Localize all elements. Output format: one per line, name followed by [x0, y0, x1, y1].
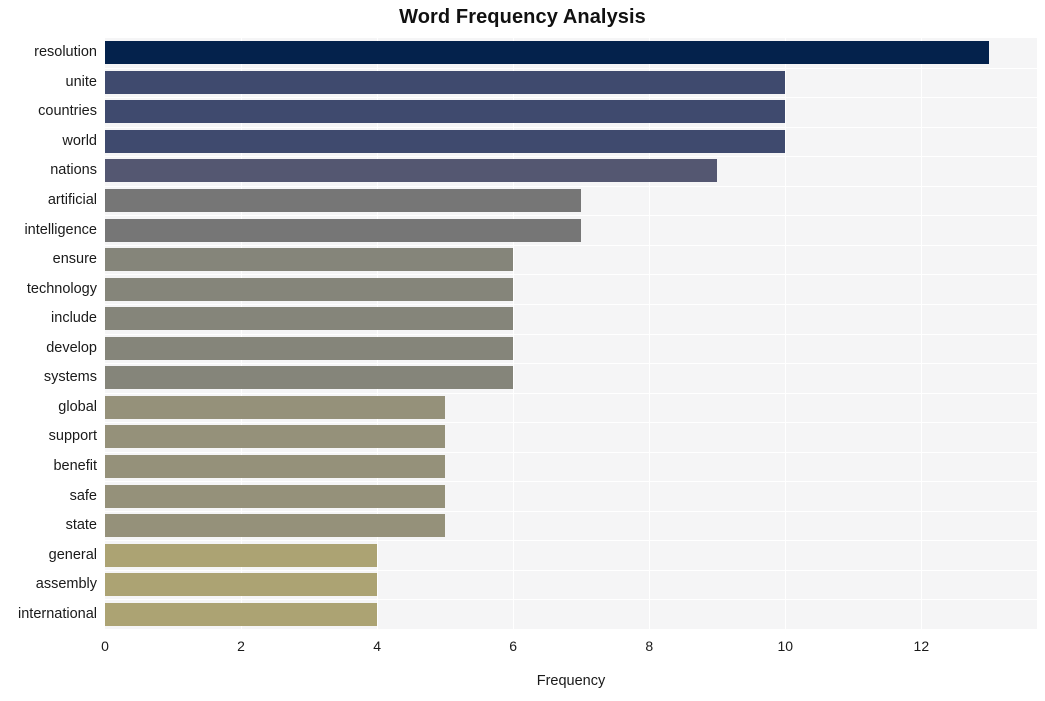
- y-axis-tick-label: global: [58, 398, 97, 415]
- gridline-horizontal: [105, 244, 1037, 246]
- y-axis-tick-label: world: [62, 132, 97, 149]
- gridline-horizontal: [105, 451, 1037, 453]
- bar: [105, 484, 446, 508]
- gridline-horizontal: [105, 363, 1037, 365]
- plot-area: [105, 38, 1037, 629]
- gridline-horizontal: [105, 481, 1037, 483]
- y-axis-tick-label: unite: [65, 73, 97, 90]
- y-axis-tick-label: technology: [26, 280, 97, 297]
- bar: [105, 277, 514, 301]
- page-title: Word Frequency Analysis: [399, 6, 646, 28]
- x-axis-tick-label: 12: [913, 638, 930, 654]
- gridline-horizontal: [105, 333, 1037, 335]
- y-axis-tick-label: benefit: [53, 457, 97, 474]
- chart-figure: Word Frequency Analysis resolution unite c…: [0, 0, 1045, 701]
- gridline-horizontal: [105, 599, 1037, 601]
- x-axis-tick-label: 6: [509, 638, 518, 654]
- gridline-horizontal: [105, 569, 1037, 571]
- y-axis-tick-label: ensure: [52, 251, 97, 268]
- bar: [105, 336, 514, 360]
- y-axis-tick-label: systems: [43, 369, 97, 386]
- bar: [105, 159, 718, 183]
- gridline-horizontal: [105, 185, 1037, 187]
- bar: [105, 41, 990, 65]
- gridline-horizontal: [105, 540, 1037, 542]
- bar: [105, 100, 786, 124]
- gridline-horizontal: [105, 510, 1037, 512]
- y-axis-tick-label: resolution: [34, 44, 97, 61]
- gridline-horizontal: [105, 392, 1037, 394]
- bar: [105, 70, 786, 94]
- y-axis: resolution unite countries world nations arti…: [0, 38, 105, 629]
- y-axis-tick-label: include: [51, 310, 97, 327]
- bar: [105, 129, 786, 153]
- y-axis-tick-label: artificial: [47, 192, 97, 209]
- y-axis-tick-label: general: [48, 546, 97, 563]
- y-axis-tick-label: assembly: [35, 576, 97, 593]
- gridline-horizontal: [105, 67, 1037, 69]
- gridline-horizontal: [105, 126, 1037, 128]
- y-axis-tick-label: countries: [38, 103, 97, 120]
- bar: [105, 189, 582, 213]
- x-axis-tick-label: 2: [237, 638, 245, 654]
- y-axis-tick-label: intelligence: [24, 221, 97, 238]
- bar: [105, 307, 514, 331]
- x-axis-tick-label: 10: [777, 638, 794, 654]
- x-axis-tick-label: 8: [645, 638, 654, 654]
- gridline-horizontal: [105, 422, 1037, 424]
- y-axis-tick-label: nations: [50, 162, 97, 179]
- x-axis-title: Frequency: [536, 673, 606, 689]
- x-axis-tick-label: 0: [101, 638, 109, 654]
- y-axis-tick-label: develop: [46, 339, 97, 356]
- y-axis-tick-label: safe: [69, 487, 97, 504]
- x-axis: 0 2 4 6 8 10 12: [0, 629, 1045, 659]
- bar: [105, 366, 514, 390]
- gridline-horizontal: [105, 97, 1037, 99]
- bar: [105, 248, 514, 272]
- y-axis-tick-label: support: [48, 428, 97, 445]
- bar: [105, 514, 446, 538]
- gridline-horizontal: [105, 274, 1037, 276]
- y-axis-tick-label: state: [65, 517, 97, 534]
- gridline-horizontal: [105, 215, 1037, 217]
- bar: [105, 425, 446, 449]
- bar: [105, 543, 378, 567]
- bar: [105, 218, 582, 242]
- bar: [105, 454, 446, 478]
- y-axis-tick-label: international: [18, 605, 97, 622]
- bar: [105, 573, 378, 597]
- bar: [105, 395, 446, 419]
- gridline-horizontal: [105, 303, 1037, 305]
- bar: [105, 602, 378, 626]
- x-axis-tick-label: 4: [373, 638, 382, 654]
- gridline-horizontal: [105, 156, 1037, 158]
